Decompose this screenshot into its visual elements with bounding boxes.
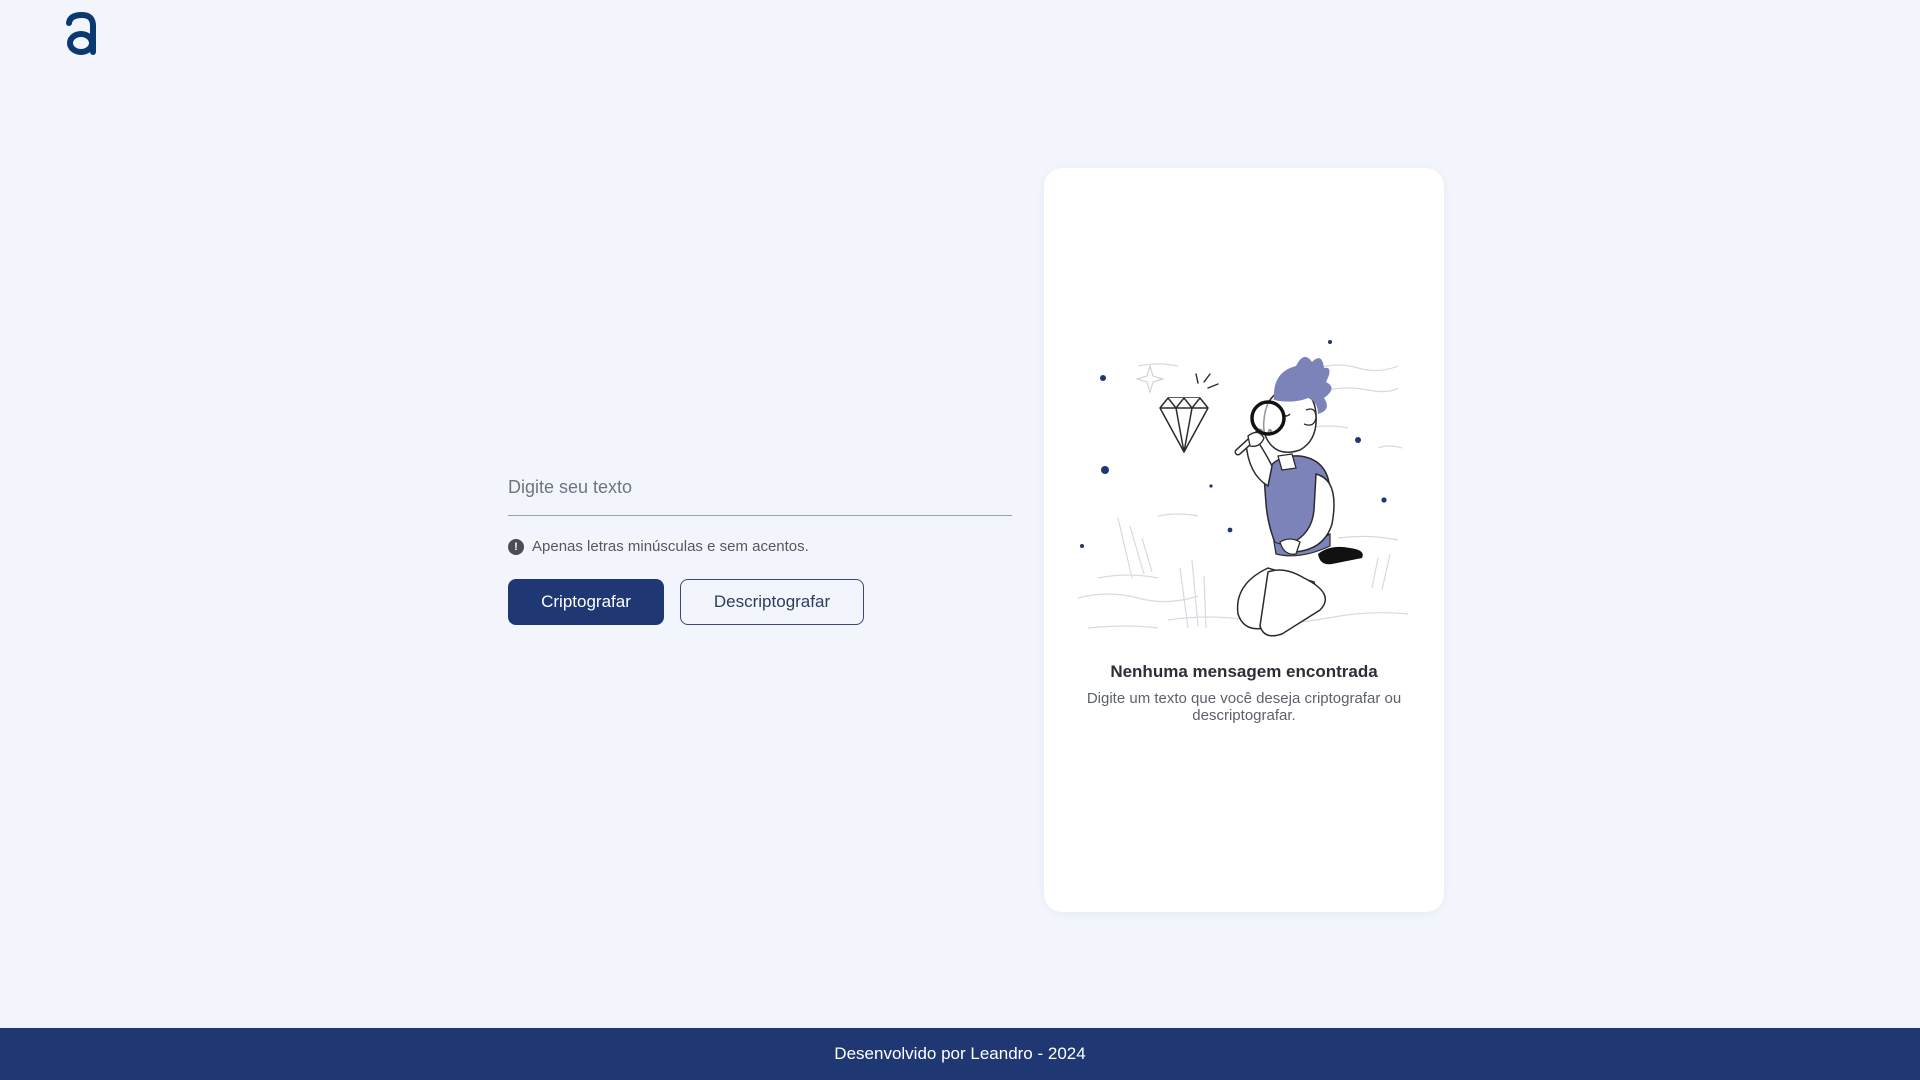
hint-text: Apenas letras minúsculas e sem acentos. bbox=[532, 538, 809, 555]
output-panel: Nenhuma mensagem encontrada Digite um te… bbox=[1044, 168, 1444, 912]
page: ! Apenas letras minúsculas e sem acentos… bbox=[0, 0, 1920, 1080]
input-area: ! Apenas letras minúsculas e sem acentos… bbox=[508, 460, 1012, 625]
alura-a-logo-icon[interactable] bbox=[64, 12, 100, 60]
decrypt-button[interactable]: Descriptografar bbox=[680, 579, 864, 625]
input-hint: ! Apenas letras minúsculas e sem acentos… bbox=[508, 538, 1012, 555]
empty-state-description: Digite um texto que você deseja criptogr… bbox=[1086, 690, 1402, 724]
action-buttons: Criptografar Descriptografar bbox=[508, 579, 1012, 625]
footer-text: Desenvolvido por Leandro - 2024 bbox=[834, 1044, 1086, 1063]
encrypt-button[interactable]: Criptografar bbox=[508, 579, 664, 625]
empty-state-title: Nenhuma mensagem encontrada bbox=[1110, 662, 1378, 681]
exclamation-circle-icon: ! bbox=[508, 538, 524, 555]
person-inspecting-diamond-icon bbox=[1077, 340, 1409, 637]
footer: Desenvolvido por Leandro - 2024 bbox=[0, 1028, 1920, 1080]
text-input[interactable] bbox=[508, 460, 1012, 516]
